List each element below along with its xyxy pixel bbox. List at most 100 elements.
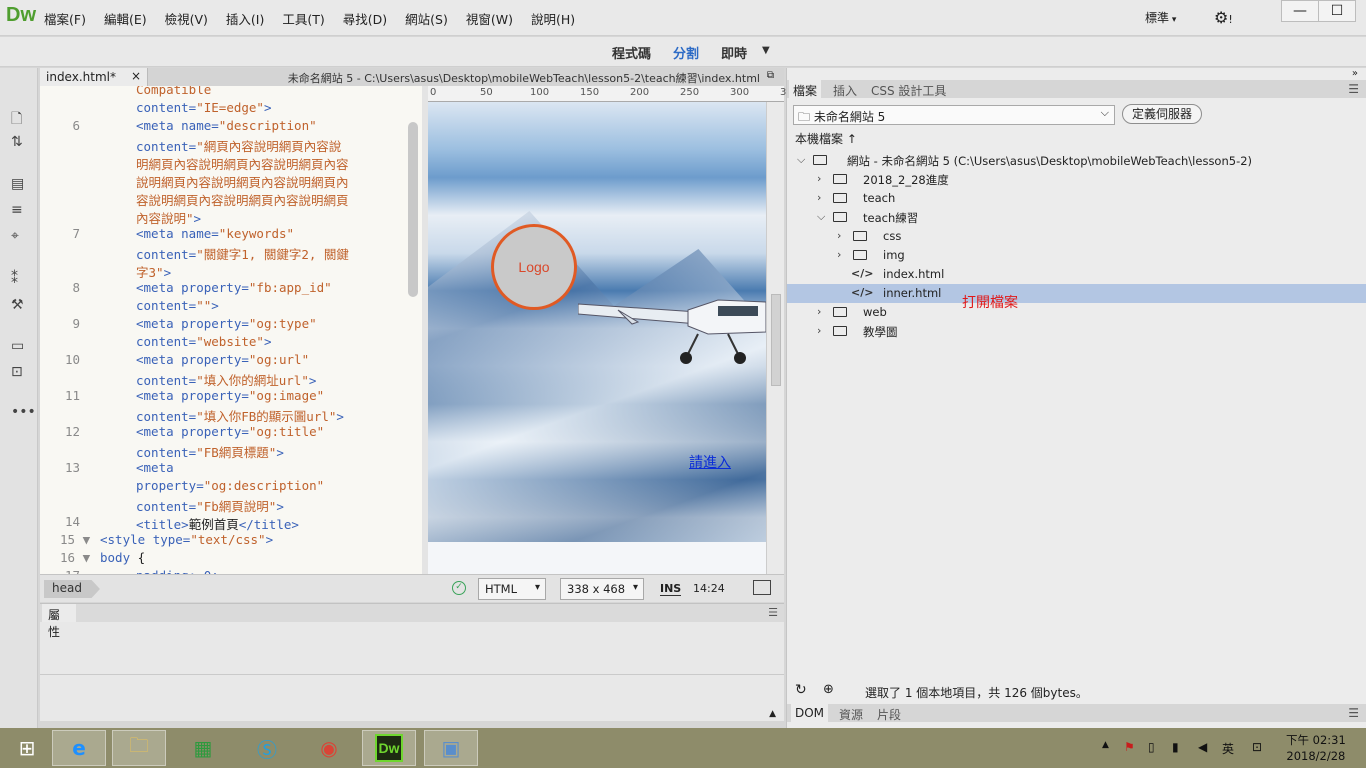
chevron-right-icon[interactable]: › bbox=[817, 324, 821, 337]
close-icon[interactable]: × bbox=[131, 69, 141, 83]
power-icon[interactable]: ▯ bbox=[1148, 740, 1155, 754]
tree-folder[interactable]: › img bbox=[787, 246, 1366, 265]
gear-icon[interactable]: ⚙! bbox=[1214, 8, 1233, 27]
enter-link[interactable]: 請進入 bbox=[689, 452, 731, 472]
window-size-select[interactable]: 338 x 468 bbox=[560, 578, 644, 600]
dom-tab[interactable]: DOM bbox=[791, 704, 829, 722]
panel-expand-icon[interactable]: » bbox=[1352, 68, 1358, 79]
menu-item[interactable]: 檢視(V) bbox=[165, 9, 208, 28]
more-tools-icon[interactable]: ••• bbox=[11, 404, 36, 420]
chrome-icon[interactable]: ◉ bbox=[302, 730, 356, 766]
logo-circle[interactable]: Logo bbox=[491, 224, 577, 310]
validate-icon[interactable]: ⊡ bbox=[11, 364, 23, 380]
collapse-tag-icon[interactable]: ⁑ bbox=[11, 271, 18, 287]
menu-item[interactable]: 視窗(W) bbox=[466, 9, 513, 28]
chevron-right-icon[interactable]: › bbox=[817, 191, 821, 204]
internet-explorer-icon[interactable]: e bbox=[52, 730, 106, 766]
panel-menu-icon[interactable]: ☰ bbox=[1348, 82, 1359, 96]
split-view-button[interactable]: 分割 bbox=[673, 43, 699, 62]
tree-folder[interactable]: ⌵ teach練習 bbox=[787, 208, 1366, 227]
comment-icon[interactable]: ▭ bbox=[11, 338, 24, 354]
input-method-icon[interactable]: ⊡ bbox=[1252, 740, 1262, 754]
validation-ok-icon[interactable]: ✓ bbox=[452, 581, 466, 595]
refresh-icon[interactable]: ↻ bbox=[795, 682, 807, 698]
store-icon[interactable]: ▦ bbox=[176, 730, 230, 766]
document-tab[interactable]: index.html* × bbox=[40, 68, 148, 86]
assets-tab[interactable]: 資源 bbox=[839, 706, 863, 723]
code-token: "FB網頁標題" bbox=[196, 445, 277, 460]
minimize-button[interactable]: — bbox=[1281, 0, 1319, 22]
network-icon[interactable]: ▮ bbox=[1172, 740, 1179, 754]
photos-icon[interactable]: ▣ bbox=[424, 730, 478, 766]
properties-tab[interactable]: 屬性 bbox=[42, 604, 76, 639]
code-view-button[interactable]: 程式碼 bbox=[612, 43, 651, 62]
snippets-tab[interactable]: 片段 bbox=[877, 706, 901, 723]
tag-breadcrumb[interactable]: head bbox=[44, 580, 100, 598]
menu-item[interactable]: 說明(H) bbox=[531, 9, 575, 28]
local-files-header[interactable]: 本機檔案 ↑ bbox=[795, 130, 857, 147]
live-view-button[interactable]: 即時 bbox=[721, 43, 747, 62]
menu-item[interactable]: 尋找(D) bbox=[343, 9, 387, 28]
preview-scrollbar[interactable] bbox=[766, 102, 784, 574]
menu-item[interactable]: 檔案(F) bbox=[44, 9, 86, 28]
file-management-icon[interactable]: ⇅ bbox=[11, 134, 23, 150]
tree-folder[interactable]: ⌵ 網站 - 未命名網站 5 (C:\Users\asus\Desktop\mob… bbox=[787, 151, 1366, 170]
tree-file[interactable]: </> index.html bbox=[787, 265, 1366, 284]
collapse-up-icon[interactable]: ▲ bbox=[769, 709, 776, 719]
panel-menu-icon[interactable]: ☰ bbox=[1348, 706, 1359, 720]
preview-scroll-thumb[interactable] bbox=[771, 294, 781, 386]
code-text: content="IE=edge"> bbox=[136, 100, 271, 115]
tree-folder[interactable]: › css bbox=[787, 227, 1366, 246]
live-code-icon[interactable]: ▤ bbox=[11, 176, 24, 192]
code-token: content= bbox=[136, 247, 197, 262]
menu-item[interactable]: 編輯(E) bbox=[104, 9, 147, 28]
tree-folder[interactable]: › web bbox=[787, 303, 1366, 322]
annotation-text: 打開檔案 bbox=[962, 295, 1018, 311]
chevron-right-icon[interactable]: › bbox=[837, 229, 841, 242]
menu-item[interactable]: 插入(I) bbox=[226, 9, 264, 28]
maximize-button[interactable]: ☐ bbox=[1318, 0, 1356, 22]
define-server-button[interactable]: 定義伺服器 bbox=[1122, 104, 1202, 124]
format-source-icon[interactable]: ≡ bbox=[11, 202, 23, 218]
insert-tab[interactable]: 插入 bbox=[833, 82, 857, 99]
restore-panel-icon[interactable]: ⧉ bbox=[767, 70, 774, 81]
windows-start-icon[interactable]: ⊞ bbox=[0, 730, 54, 766]
inspect-icon[interactable]: ⌖ bbox=[11, 228, 19, 244]
workspace-switcher[interactable]: 標準 bbox=[1145, 9, 1176, 26]
preview-icon[interactable] bbox=[753, 580, 771, 595]
tree-file[interactable]: </> inner.html bbox=[787, 284, 1366, 303]
tree-folder[interactable]: › 2018_2_28進度 bbox=[787, 170, 1366, 189]
panel-menu-icon[interactable]: ☰ bbox=[768, 606, 778, 619]
css-designer-tab[interactable]: CSS 設計工具 bbox=[871, 82, 946, 99]
tree-folder[interactable]: › 教學圖 bbox=[787, 322, 1366, 341]
menu-item[interactable]: 工具(T) bbox=[282, 9, 324, 28]
tree-folder[interactable]: › teach bbox=[787, 189, 1366, 208]
properties-panel: 屬性 ☰ ▲ bbox=[40, 603, 784, 721]
chevron-down-icon[interactable]: ⌵ bbox=[797, 153, 805, 167]
document-type-select[interactable]: HTML bbox=[478, 578, 546, 600]
file-explorer-icon[interactable]: 🗀 bbox=[112, 730, 166, 766]
open-documents-icon[interactable]: 🗋 bbox=[11, 108, 22, 132]
volume-icon[interactable]: ◀ bbox=[1198, 740, 1207, 754]
chevron-right-icon[interactable]: › bbox=[817, 305, 821, 318]
connect-icon[interactable]: ⊕ bbox=[823, 682, 834, 697]
menu-item[interactable]: 網站(S) bbox=[405, 9, 448, 28]
clock[interactable]: 下午 02:31 2018/2/28 bbox=[1286, 732, 1346, 764]
chevron-down-icon[interactable]: ⌵ bbox=[817, 210, 825, 224]
code-scrollbar[interactable] bbox=[408, 122, 418, 297]
action-center-icon[interactable]: ⚑ bbox=[1124, 740, 1135, 754]
tray-expand-icon[interactable]: ▲ bbox=[1102, 740, 1109, 750]
chevron-right-icon[interactable]: › bbox=[837, 248, 841, 261]
dreamweaver-taskbar-icon[interactable]: Dw bbox=[362, 730, 416, 766]
view-dropdown-icon[interactable]: ▼ bbox=[762, 45, 770, 56]
live-preview[interactable]: Logo 請進入 bbox=[428, 102, 766, 574]
chevron-right-icon[interactable]: › bbox=[817, 172, 821, 185]
skype-icon[interactable]: Ⓢ bbox=[240, 730, 294, 766]
ime-indicator[interactable]: 英 bbox=[1222, 740, 1234, 757]
files-tab[interactable]: 檔案 bbox=[789, 80, 822, 98]
expand-all-icon[interactable]: ⚒ bbox=[11, 297, 24, 313]
code-text: <meta bbox=[136, 460, 174, 475]
code-editor[interactable]: Compatible content="IE=edge"> 6 <meta name=… bbox=[40, 86, 422, 574]
site-select[interactable]: 🗀 未命名網站 5 bbox=[793, 105, 1115, 125]
insert-mode-indicator[interactable]: INS bbox=[660, 582, 682, 596]
